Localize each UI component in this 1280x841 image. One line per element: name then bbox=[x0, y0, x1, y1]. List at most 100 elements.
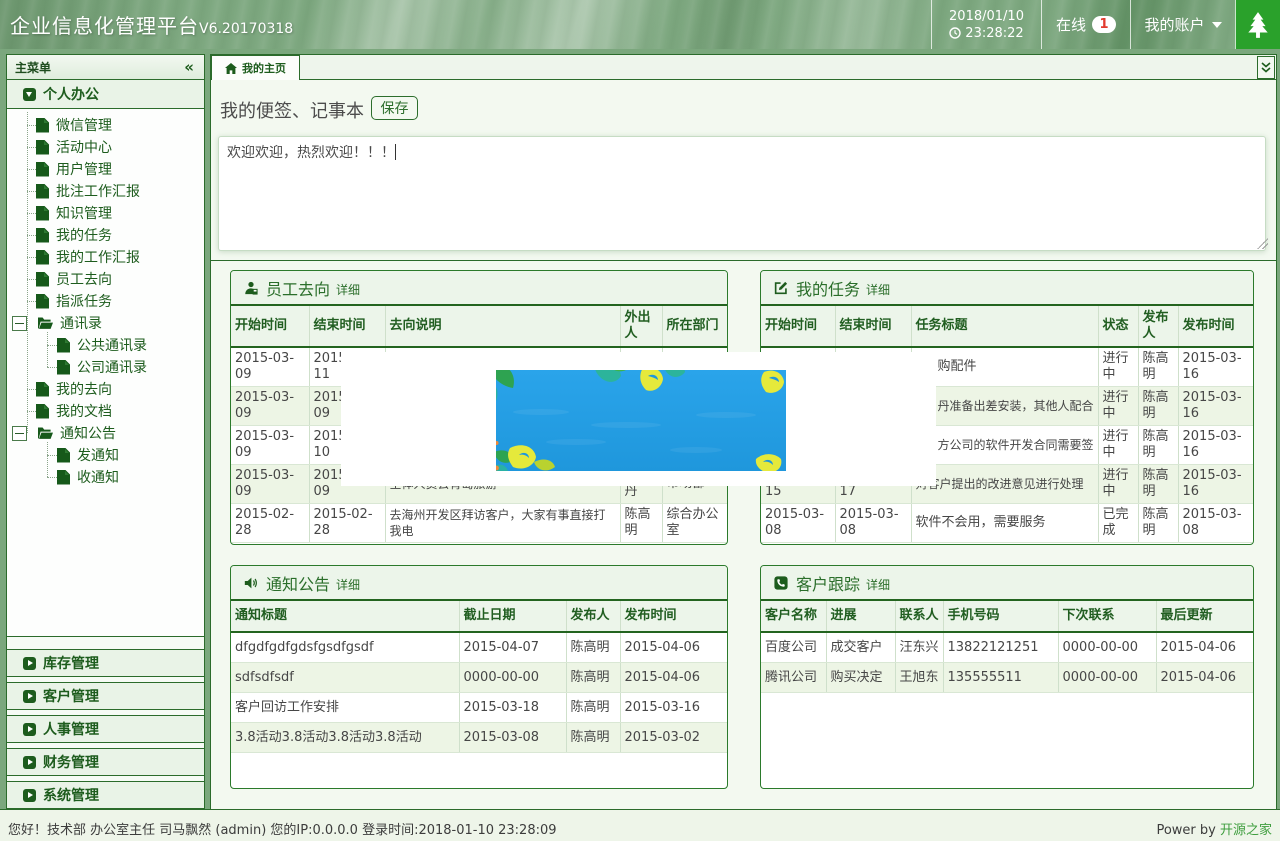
tree-item-我的去向[interactable]: 我的去向 bbox=[7, 378, 204, 400]
topbar: 企业信息化管理平台V6.20170318 2018/01/10 23:28:22… bbox=[0, 0, 1280, 49]
table-cell: 陈高明 bbox=[1138, 387, 1178, 426]
online-label: 在线 bbox=[1056, 14, 1086, 35]
table-cell: 13822121251 bbox=[943, 632, 1058, 663]
customers-detail-link[interactable]: 详细 bbox=[866, 576, 890, 593]
table-row[interactable]: dfgdfgdfgdsfgsdfgsdf2015-04-07陈高明2015-04… bbox=[231, 632, 727, 663]
table-cell: 2015-03-02 bbox=[620, 723, 727, 753]
table-cell: 陈高明 bbox=[566, 693, 620, 723]
notes-textarea[interactable] bbox=[218, 136, 1266, 251]
sidebar-section-人事管理[interactable]: 人事管理 bbox=[7, 715, 204, 743]
section-expanded-icon bbox=[23, 88, 36, 101]
table-cell: 2015-03-16 bbox=[620, 693, 727, 723]
speaker-icon bbox=[244, 576, 258, 590]
table-cell: 2015-03-08 bbox=[835, 504, 911, 543]
table-cell: 2015-04-06 bbox=[1156, 663, 1254, 693]
sidebar-section-客户管理[interactable]: 客户管理 bbox=[7, 682, 204, 710]
table-cell: 陈高明 bbox=[566, 723, 620, 753]
tree-item-我的任务[interactable]: 我的任务 bbox=[7, 224, 204, 246]
column-header: 发布人 bbox=[566, 601, 620, 632]
document-icon bbox=[36, 250, 49, 265]
tree-item-通知公告[interactable]: 通知公告 bbox=[7, 422, 204, 444]
tree-item-用户管理[interactable]: 用户管理 bbox=[7, 158, 204, 180]
phone-icon bbox=[774, 576, 788, 590]
table-cell: 0000-00-00 bbox=[1058, 632, 1156, 663]
time-text: 23:28:22 bbox=[965, 25, 1023, 42]
table-cell: 陈高明 bbox=[620, 504, 662, 543]
tree-item-我的文档[interactable]: 我的文档 bbox=[7, 400, 204, 422]
table-row[interactable]: 客户回访工作安排2015-03-18陈高明2015-03-16 bbox=[231, 693, 727, 723]
notices-detail-link[interactable]: 详细 bbox=[336, 576, 360, 593]
table-cell: 去海州开发区拜访客户，大家有事直接打我电 bbox=[385, 504, 620, 543]
save-button[interactable]: 保存 bbox=[371, 96, 418, 120]
tab-home[interactable]: 我的主页 bbox=[211, 55, 300, 80]
account-menu[interactable]: 我的账户 bbox=[1130, 0, 1235, 49]
sidebar-section-财务管理[interactable]: 财务管理 bbox=[7, 748, 204, 776]
tree-item-知识管理[interactable]: 知识管理 bbox=[7, 202, 204, 224]
table-cell: 0000-00-00 bbox=[1058, 663, 1156, 693]
tree-item-批注工作汇报[interactable]: 批注工作汇报 bbox=[7, 180, 204, 202]
table-row[interactable]: 百度公司成交客户汪东兴138221212510000-00-002015-04-… bbox=[761, 632, 1254, 663]
sidebar-collapse-button[interactable]: « bbox=[184, 60, 194, 75]
table-row[interactable]: 2015-02-282015-02-28去海州开发区拜访客户，大家有事直接打我电… bbox=[231, 504, 727, 543]
table-row[interactable]: 3.8活动3.8活动3.8活动3.8活动2015-03-08陈高明2015-03… bbox=[231, 723, 727, 753]
section-collapsed-icon bbox=[23, 657, 36, 670]
table-cell: 成交客户 bbox=[826, 632, 895, 663]
document-icon bbox=[57, 360, 70, 375]
powered-by: Power by 开源之家 bbox=[1156, 819, 1272, 838]
table-cell: 对客户提出的改进意见进行处理 bbox=[911, 465, 1098, 504]
tree-item-微信管理[interactable]: 微信管理 bbox=[7, 114, 204, 136]
app-title: 企业信息化管理平台V6.20170318 bbox=[10, 10, 293, 39]
sidebar-section-系统管理[interactable]: 系统管理 bbox=[7, 781, 204, 809]
document-icon bbox=[57, 470, 70, 485]
collapse-tabs-button[interactable] bbox=[1257, 56, 1275, 79]
tree-item-活动中心[interactable]: 活动中心 bbox=[7, 136, 204, 158]
table-cell: 汪东兴 bbox=[895, 632, 943, 663]
tasks-detail-link[interactable]: 详细 bbox=[866, 281, 890, 298]
document-icon bbox=[36, 140, 49, 155]
tree-item-公司通讯录[interactable]: 公司通讯录 bbox=[7, 356, 204, 378]
table-row[interactable]: 腾讯公司购买决定王旭东1355555110000-00-002015-04-06 bbox=[761, 663, 1254, 693]
document-icon bbox=[36, 162, 49, 177]
section-collapsed-icon bbox=[23, 789, 36, 802]
collapse-minus-icon[interactable] bbox=[12, 426, 27, 441]
theme-button[interactable] bbox=[1235, 0, 1280, 49]
tree-item-通讯录[interactable]: 通讯录 bbox=[7, 312, 204, 334]
document-icon bbox=[57, 338, 70, 353]
column-header: 发布人 bbox=[1138, 306, 1178, 347]
tree-icon bbox=[1245, 11, 1271, 39]
brand-link[interactable]: 开源之家 bbox=[1220, 823, 1272, 838]
collapse-minus-icon[interactable] bbox=[12, 316, 27, 331]
tree-item-公共通讯录[interactable]: 公共通讯录 bbox=[7, 334, 204, 356]
column-header: 手机号码 bbox=[943, 601, 1058, 632]
table-cell: 2015-04-06 bbox=[1156, 632, 1254, 663]
column-header: 状态 bbox=[1098, 306, 1138, 347]
panel-notices-title: 通知公告 详细 bbox=[231, 566, 727, 601]
tree-item-员工去向[interactable]: 员工去向 bbox=[7, 268, 204, 290]
tree-item-指派任务[interactable]: 指派任务 bbox=[7, 290, 204, 312]
online-indicator[interactable]: 在线 1 bbox=[1041, 0, 1130, 49]
document-icon bbox=[36, 404, 49, 419]
resize-grip[interactable] bbox=[1257, 238, 1268, 249]
tree-item-我的工作汇报[interactable]: 我的工作汇报 bbox=[7, 246, 204, 268]
tree-item-发通知[interactable]: 发通知 bbox=[7, 444, 204, 466]
sidebar-section-personal[interactable]: 个人办公 bbox=[7, 80, 204, 109]
edit-icon bbox=[774, 281, 788, 295]
table-row[interactable]: 2015-03-082015-03-08软件不会用，需要服务已完成陈高明2015… bbox=[761, 504, 1254, 543]
column-header: 所在部门 bbox=[662, 306, 727, 347]
table-cell: 2015-02-28 bbox=[231, 504, 309, 543]
column-header: 发布时间 bbox=[1178, 306, 1254, 347]
table-cell: 方公司的软件开发合同需要签 bbox=[911, 426, 1098, 465]
table-row[interactable]: sdfsdfsdf0000-00-00陈高明2015-04-06 bbox=[231, 663, 727, 693]
column-header: 外出人 bbox=[620, 306, 662, 347]
whereabouts-detail-link[interactable]: 详细 bbox=[336, 281, 360, 298]
table-cell: 陈高明 bbox=[566, 663, 620, 693]
table-cell: 2015-04-06 bbox=[620, 663, 727, 693]
column-header: 客户名称 bbox=[761, 601, 826, 632]
app-version: V6.20170318 bbox=[199, 21, 293, 37]
sidebar-section-库存管理[interactable]: 库存管理 bbox=[7, 649, 204, 677]
table-cell: 2015-03-16 bbox=[1178, 387, 1254, 426]
panel-customers: 客户跟踪 详细 客户名称进展联系人手机号码下次联系最后更新百度公司成交客户汪东兴… bbox=[760, 565, 1254, 789]
table-cell: 135555511 bbox=[943, 663, 1058, 693]
tree-item-收通知[interactable]: 收通知 bbox=[7, 466, 204, 488]
floating-banner-image[interactable] bbox=[496, 370, 786, 471]
